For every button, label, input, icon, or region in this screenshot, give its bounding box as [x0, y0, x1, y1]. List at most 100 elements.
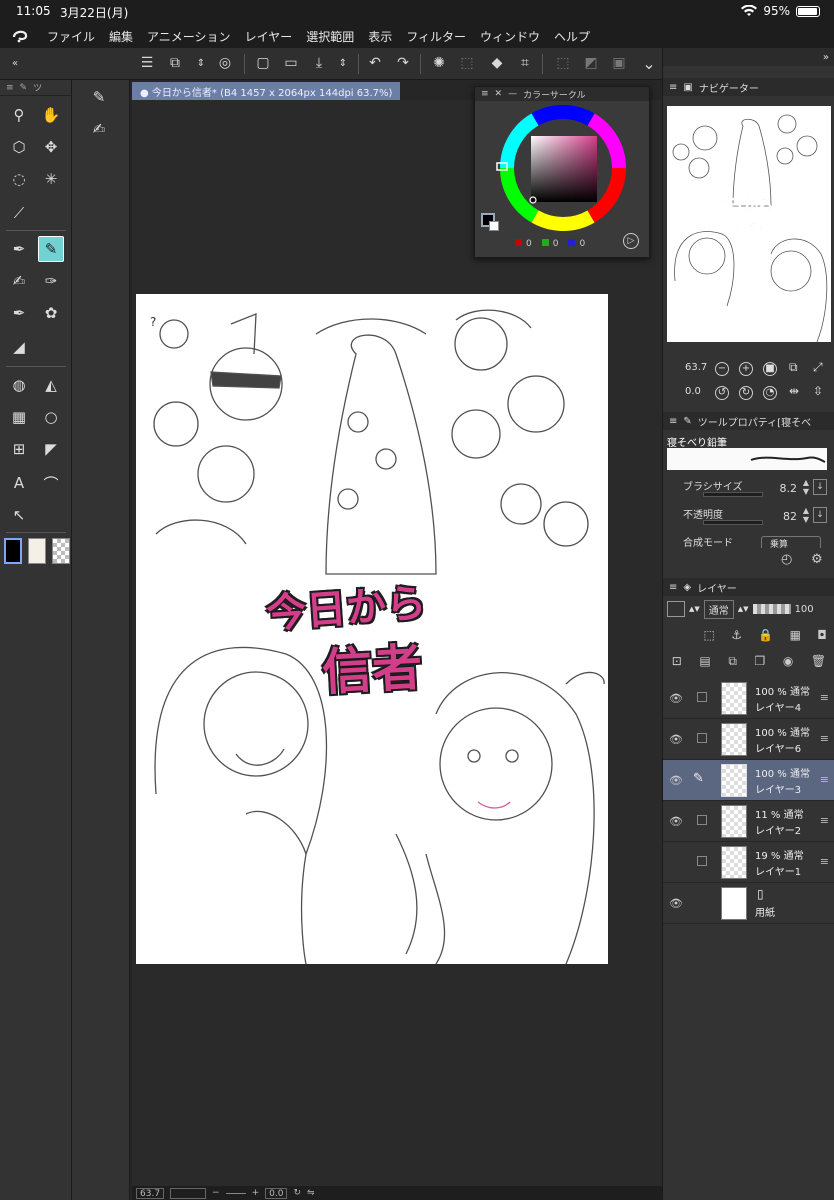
spin-icon[interactable]: ⇕: [190, 52, 212, 74]
eye-hidden-icon[interactable]: 👁: [669, 856, 683, 869]
layer-row-paper[interactable]: 👁 ▯ 用紙: [663, 883, 834, 924]
minimize-icon[interactable]: —: [508, 89, 517, 99]
layer-row[interactable]: 👁 100 % 通常 レイヤー4 ≡: [663, 678, 834, 719]
eye-icon[interactable]: 👁: [669, 733, 683, 746]
clip-icon[interactable]: ◎: [214, 52, 236, 74]
collapse-right-icon[interactable]: »: [823, 52, 829, 63]
reset-rotation-icon[interactable]: ◔: [763, 386, 777, 400]
duplicate-layer-icon[interactable]: ❐: [755, 654, 766, 668]
new-document-icon[interactable]: ▢: [252, 52, 274, 74]
main-color-swatch[interactable]: [4, 538, 22, 564]
fit-icon[interactable]: ⤢: [813, 360, 823, 375]
transform-icon[interactable]: ⌗: [514, 52, 536, 74]
zoom-field[interactable]: 63.7: [136, 1187, 165, 1199]
zoom-slider[interactable]: [170, 1187, 207, 1199]
brush-size-row[interactable]: ブラシサイズ 8.2 ▲ ▼ ↓: [663, 476, 834, 502]
layer-mask-icon[interactable]: ◉: [783, 654, 793, 668]
zoom-out-button[interactable]: −: [212, 1188, 220, 1198]
pencil-icon[interactable]: ✎: [38, 236, 64, 262]
move-icon[interactable]: ✥: [38, 134, 64, 160]
eyedropper-icon[interactable]: ⟋: [6, 200, 32, 226]
transparent-color-swatch[interactable]: [52, 538, 70, 564]
layer-row[interactable]: 👁 11 % 通常 レイヤー2 ≡: [663, 801, 834, 842]
lock-icon[interactable]: 🔒: [758, 628, 773, 642]
rotation-field[interactable]: 0.0: [265, 1187, 288, 1199]
chevron-down-icon[interactable]: ⌄: [638, 52, 660, 74]
brush-size-spinner-icon[interactable]: ▲ ▼: [803, 478, 809, 496]
opacity-popup-icon[interactable]: ↓: [813, 507, 827, 523]
trash-icon[interactable]: 🗑: [811, 654, 826, 668]
menu-window[interactable]: ウィンドウ: [473, 28, 547, 45]
zoom-out-icon[interactable]: −: [715, 362, 729, 376]
menu-layer[interactable]: レイヤー: [238, 28, 300, 45]
menu-view[interactable]: 表示: [361, 28, 399, 45]
layer-color-spinner-icon[interactable]: ▲▼: [689, 605, 700, 613]
menu-file[interactable]: ファイル: [40, 28, 102, 45]
balloon-icon[interactable]: ⌒: [38, 470, 64, 496]
zoom-track[interactable]: [225, 1192, 246, 1194]
pen-icon[interactable]: ✒: [6, 236, 32, 262]
layer-menu-icon[interactable]: ≡: [820, 814, 829, 827]
spin-icon[interactable]: ⇕: [332, 52, 354, 74]
layer-select-checkbox[interactable]: [697, 856, 707, 866]
gear-brush-icon[interactable]: ✿: [38, 300, 64, 326]
layer-row[interactable]: 👁 100 % 通常 レイヤー6 ≡: [663, 719, 834, 760]
app-logo-icon[interactable]: [0, 24, 40, 48]
navigator-tab-icon[interactable]: ▣: [683, 82, 692, 93]
sub-tool-pencil-alt-icon[interactable]: ✍: [86, 116, 112, 142]
deselect-icon[interactable]: ⬚: [552, 52, 574, 74]
pen-tab-icon[interactable]: ✎: [20, 83, 28, 93]
opacity-value[interactable]: 82: [783, 510, 797, 523]
menu-selection[interactable]: 選択範囲: [299, 28, 361, 45]
close-icon[interactable]: ✕: [495, 89, 503, 99]
opacity-spinner-icon[interactable]: ▲ ▼: [803, 506, 809, 524]
menu-animation[interactable]: アニメーション: [140, 28, 238, 45]
brush-size-value[interactable]: 8.2: [780, 482, 798, 495]
eye-icon[interactable]: 👁: [669, 692, 683, 705]
fill-icon[interactable]: ◆: [486, 52, 508, 74]
layer-color-icon[interactable]: [667, 601, 685, 617]
eye-icon[interactable]: 👁: [669, 897, 683, 910]
collapse-left-icon[interactable]: «: [4, 52, 26, 74]
brush-icon[interactable]: ✍: [6, 268, 32, 294]
invert-selection-icon[interactable]: ◩: [580, 52, 602, 74]
layer-blend-select[interactable]: 通常: [703, 599, 734, 619]
document-close-dot[interactable]: ●: [140, 88, 152, 99]
zoom-in-button[interactable]: +: [252, 1188, 260, 1198]
merge-down-icon[interactable]: ⧉: [728, 654, 737, 669]
layer-menu-icon[interactable]: ≡: [820, 732, 829, 745]
color-wheel[interactable]: [495, 105, 631, 231]
frame-icon[interactable]: ⊞: [6, 436, 32, 462]
fill-bucket-icon[interactable]: ◭: [38, 372, 64, 398]
new-folder-icon[interactable]: ▤: [699, 654, 710, 668]
select-layer-icon[interactable]: ⬚: [456, 52, 478, 74]
opacity-row[interactable]: 不透明度 82 ▲ ▼ ↓: [663, 504, 834, 530]
eraser-icon[interactable]: ◢: [6, 334, 32, 360]
layer-select-checkbox[interactable]: [697, 815, 707, 825]
layer-tab-icon[interactable]: ◈: [683, 582, 691, 593]
sub-color-swatch[interactable]: [28, 538, 46, 564]
settings-wrench-icon[interactable]: ⚙: [811, 552, 823, 567]
figure-icon[interactable]: ○: [38, 404, 64, 430]
object-select-icon[interactable]: ⬡: [6, 134, 32, 160]
reference-layer-icon[interactable]: ⚓: [731, 628, 742, 642]
layer-row[interactable]: 👁 19 % 通常 レイヤー1 ≡: [663, 842, 834, 883]
menu-filter[interactable]: フィルター: [399, 28, 473, 45]
reset-rotation-icon[interactable]: ↻: [293, 1188, 301, 1198]
layer-menu-icon[interactable]: ≡: [820, 855, 829, 868]
clip-layer-icon[interactable]: ⬚: [704, 628, 715, 642]
new-raster-layer-icon[interactable]: ⊡: [672, 654, 682, 668]
play-icon[interactable]: ▷: [623, 233, 639, 249]
layer-opacity-slider[interactable]: [752, 604, 791, 614]
magic-wand-icon[interactable]: ✳: [38, 166, 64, 192]
navigator-zoom-value[interactable]: 63.7: [685, 362, 707, 373]
brush-tab-icon[interactable]: ✎: [683, 416, 691, 427]
eye-icon[interactable]: 👁: [669, 815, 683, 828]
zoom-icon[interactable]: ⚲: [6, 102, 32, 128]
hamburger-menu-icon[interactable]: ☰: [136, 52, 158, 74]
brush-size-popup-icon[interactable]: ↓: [813, 479, 827, 495]
crop-icon[interactable]: ▣: [608, 52, 630, 74]
blend-icon[interactable]: ◍: [6, 372, 32, 398]
loading-icon[interactable]: ✺: [428, 52, 450, 74]
airbrush-icon[interactable]: ✑: [38, 268, 64, 294]
